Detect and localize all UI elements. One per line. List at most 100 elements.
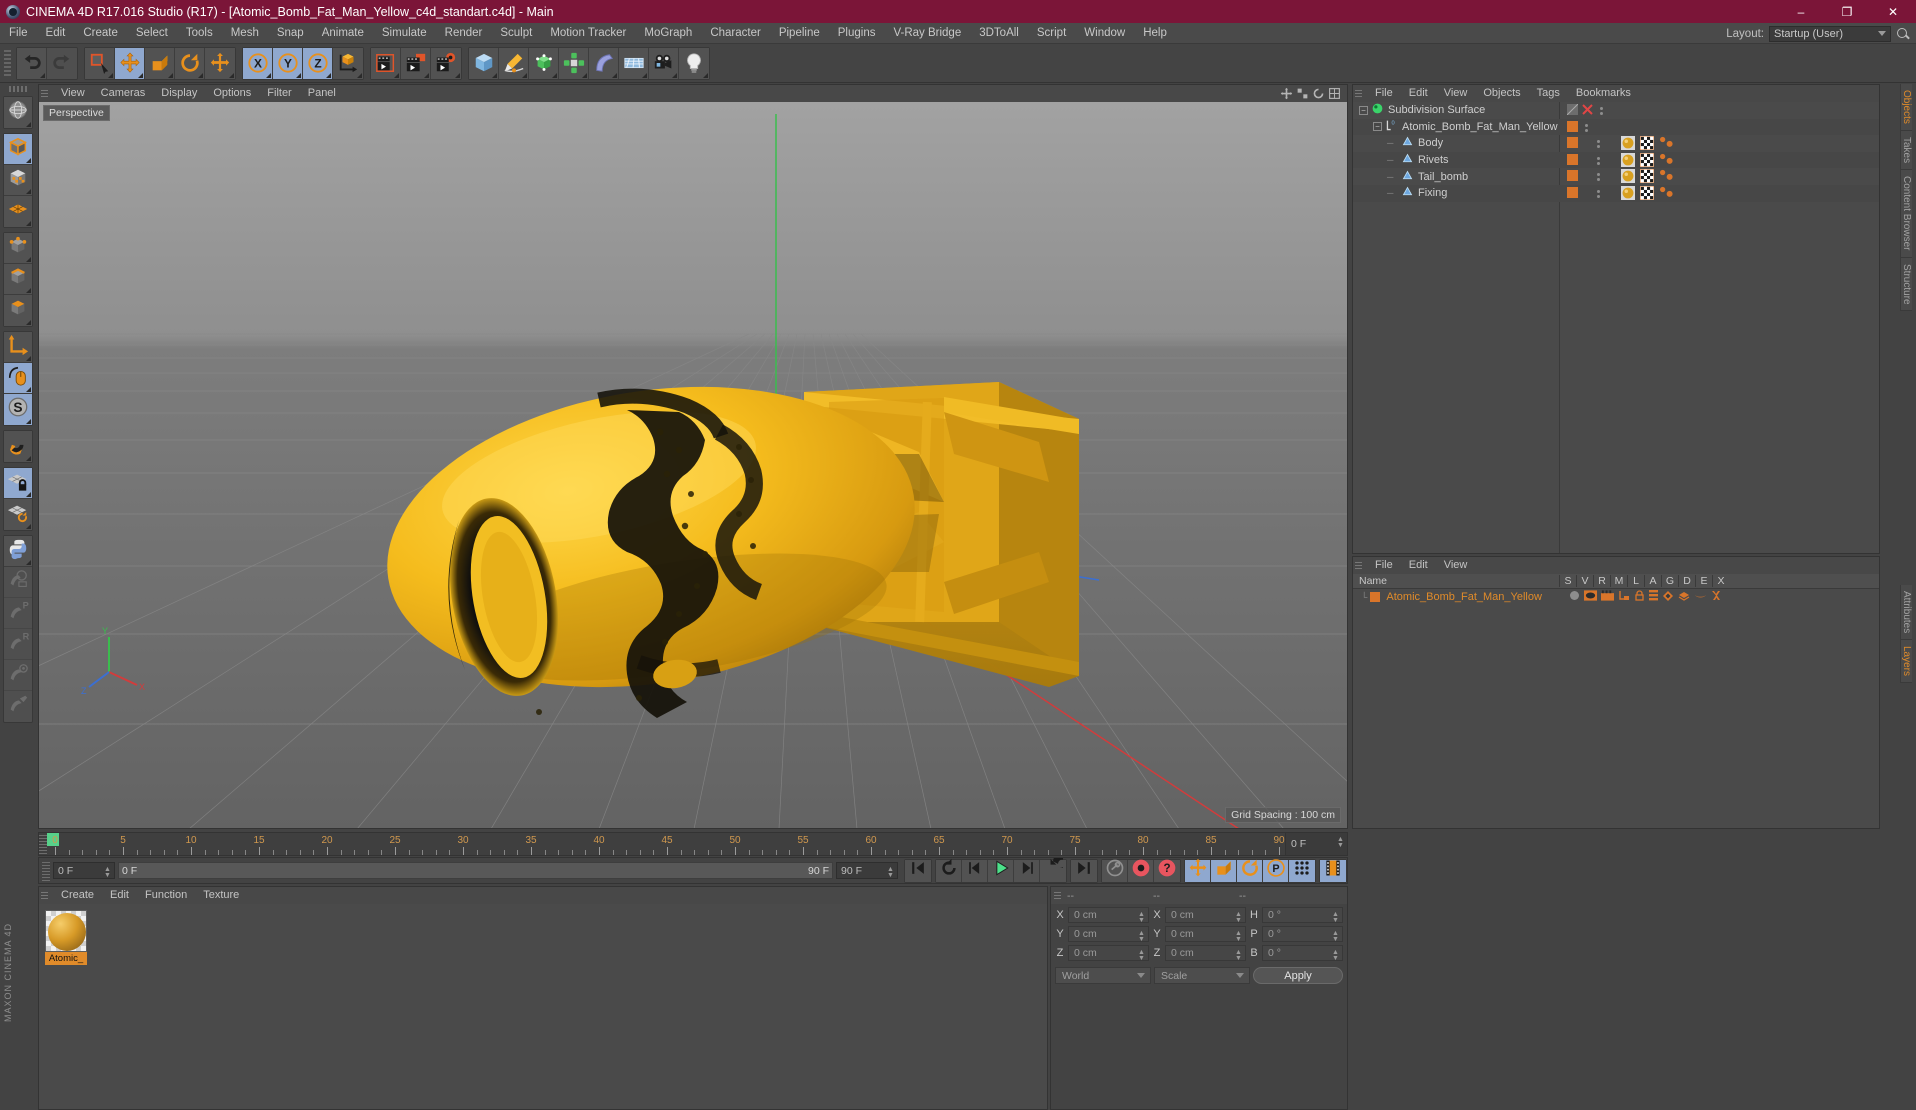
model-mode-button[interactable]	[4, 134, 32, 165]
tab-objects[interactable]: Objects	[1900, 84, 1912, 131]
coordinate-space-select[interactable]: World	[1055, 967, 1151, 984]
move-camera-icon[interactable]	[1280, 87, 1293, 100]
timeline-ruler[interactable]: 051015202530354045505560657075808590 0 F…	[38, 832, 1348, 856]
orange-tag-icon[interactable]	[1567, 170, 1578, 184]
spinner-icon[interactable]: ▲▼	[1235, 950, 1242, 962]
lock-toggle-icon[interactable]	[1634, 590, 1645, 604]
texture-mode-button[interactable]	[4, 165, 32, 196]
rotate-tool[interactable]	[175, 48, 205, 79]
layer-column-e[interactable]: E	[1695, 575, 1712, 587]
timeline-frame-field[interactable]: 0 F ▲▼	[1285, 833, 1347, 855]
expressions-toggle-icon[interactable]	[1694, 591, 1707, 603]
apply-button[interactable]: Apply	[1253, 967, 1343, 984]
spinner-icon[interactable]: ▲▼	[1138, 950, 1145, 962]
coord-size-field[interactable]: 0 cm▲▼	[1165, 907, 1246, 923]
loop-forward-button[interactable]	[1040, 860, 1066, 882]
visibility-dots[interactable]	[1597, 157, 1600, 165]
spinner-icon[interactable]: ▲▼	[887, 867, 894, 879]
coord-position-field[interactable]: 0 cm▲▼	[1068, 926, 1149, 942]
material-list[interactable]: Atomic_	[39, 904, 1047, 1109]
menu-item-tools[interactable]: Tools	[177, 23, 222, 44]
tab-layers[interactable]: Layers	[1900, 640, 1912, 683]
visibility-dots[interactable]	[1600, 107, 1603, 115]
visibility-dots[interactable]	[1597, 190, 1600, 198]
points-mode-button[interactable]	[4, 233, 32, 264]
timeline-grip[interactable]	[39, 833, 47, 855]
hidden-tag-icon[interactable]	[1567, 104, 1578, 118]
point-level-anim-button[interactable]	[1289, 860, 1315, 882]
viewport-menu-grip[interactable]	[41, 88, 48, 99]
tree-collapse-icon[interactable]: −	[1373, 122, 1382, 131]
menu-item-character[interactable]: Character	[701, 23, 770, 44]
deformers-toggle-icon[interactable]	[1678, 590, 1690, 605]
solo-toggle-icon[interactable]	[1569, 590, 1580, 604]
lock-workplane-button[interactable]	[4, 468, 32, 499]
coord-position-field[interactable]: 0 cm▲▼	[1068, 907, 1149, 923]
keyframe-selection-button[interactable]	[1320, 860, 1346, 882]
coord-size-field[interactable]: 0 cm▲▼	[1165, 926, 1246, 942]
render-region-button[interactable]	[401, 48, 431, 79]
object-row[interactable]: ─Rivets	[1353, 152, 1879, 169]
material-sphere-icon[interactable]	[45, 910, 87, 952]
add-cube-button[interactable]	[469, 48, 499, 79]
selection-tag-icon[interactable]	[1659, 153, 1675, 170]
timeline-track[interactable]: 051015202530354045505560657075808590	[47, 833, 1285, 855]
menu-item-pipeline[interactable]: Pipeline	[770, 23, 829, 44]
search-icon[interactable]	[1896, 27, 1910, 41]
move-free-tool[interactable]	[205, 48, 235, 79]
material-tag-icon[interactable]	[1621, 186, 1635, 203]
tab-content-browser[interactable]: Content Browser	[1900, 170, 1912, 257]
add-camera-button[interactable]	[649, 48, 679, 79]
uvw-tag-icon[interactable]	[1640, 186, 1654, 203]
material-manager-menu-function[interactable]: Function	[137, 887, 195, 904]
tab-takes[interactable]: Takes	[1900, 131, 1912, 170]
undo-button[interactable]	[17, 48, 47, 79]
layer-manager-grip[interactable]	[1355, 560, 1362, 571]
animation-toggle-icon[interactable]	[1649, 590, 1658, 604]
material-manager-menu-edit[interactable]: Edit	[102, 887, 137, 904]
layer-manager-menu-file[interactable]: File	[1367, 557, 1401, 574]
menu-item-simulate[interactable]: Simulate	[373, 23, 436, 44]
z-axis-lock[interactable]: Z	[303, 48, 333, 79]
material-tag-icon[interactable]	[1621, 169, 1635, 186]
layer-column-r[interactable]: R	[1593, 575, 1610, 587]
palette-grip[interactable]	[9, 86, 27, 92]
coord-rotation-field[interactable]: 0 °▲▼	[1262, 907, 1343, 923]
menu-item-window[interactable]: Window	[1075, 23, 1134, 44]
material-tag-icon[interactable]	[1621, 153, 1635, 170]
select-tool[interactable]	[85, 48, 115, 79]
viewport-menu-filter[interactable]: Filter	[259, 85, 299, 102]
object-manager-menu-edit[interactable]: Edit	[1401, 85, 1436, 102]
menu-item-v-ray-bridge[interactable]: V-Ray Bridge	[884, 23, 970, 44]
current-frame-field[interactable]: 0 F ▲▼	[53, 862, 115, 879]
material-tag-icon[interactable]	[1621, 136, 1635, 153]
render-toggle-icon[interactable]	[1601, 590, 1614, 604]
spinner-icon[interactable]: ▲▼	[1332, 912, 1339, 924]
spinner-icon[interactable]: ▲▼	[1138, 931, 1145, 943]
menu-item-3dtoall[interactable]: 3DToAll	[970, 23, 1028, 44]
menu-item-script[interactable]: Script	[1028, 23, 1075, 44]
object-row[interactable]: −Subdivision Surface	[1353, 102, 1879, 119]
render-view-button[interactable]	[371, 48, 401, 79]
autokeying-button[interactable]: ?	[1154, 860, 1180, 882]
menu-item-create[interactable]: Create	[74, 23, 127, 44]
world-object-coords[interactable]	[333, 48, 363, 79]
selection-tag-icon[interactable]	[1659, 169, 1675, 186]
coord-rotation-field[interactable]: 0 °▲▼	[1262, 926, 1343, 942]
y-axis-lock[interactable]: Y	[273, 48, 303, 79]
generators-toggle-icon[interactable]	[1662, 590, 1674, 605]
render-settings-button[interactable]	[431, 48, 461, 79]
move-tool[interactable]	[115, 48, 145, 79]
spinner-icon[interactable]: ▲▼	[104, 867, 111, 879]
spinner-icon[interactable]: ▲▼	[1235, 931, 1242, 943]
coord-rotation-field[interactable]: 0 °▲▼	[1262, 945, 1343, 961]
uvw-tag-icon[interactable]	[1640, 136, 1654, 153]
scale-tool[interactable]	[145, 48, 175, 79]
visibility-dots[interactable]	[1597, 173, 1600, 181]
material-manager-menu-texture[interactable]: Texture	[195, 887, 247, 904]
add-spline-button[interactable]	[499, 48, 529, 79]
spinner-icon[interactable]: ▲▼	[1332, 950, 1339, 962]
layout-select[interactable]: Startup (User)	[1769, 26, 1891, 42]
layer-manager-menu-view[interactable]: View	[1436, 557, 1476, 574]
go-to-start-button[interactable]	[905, 860, 931, 882]
